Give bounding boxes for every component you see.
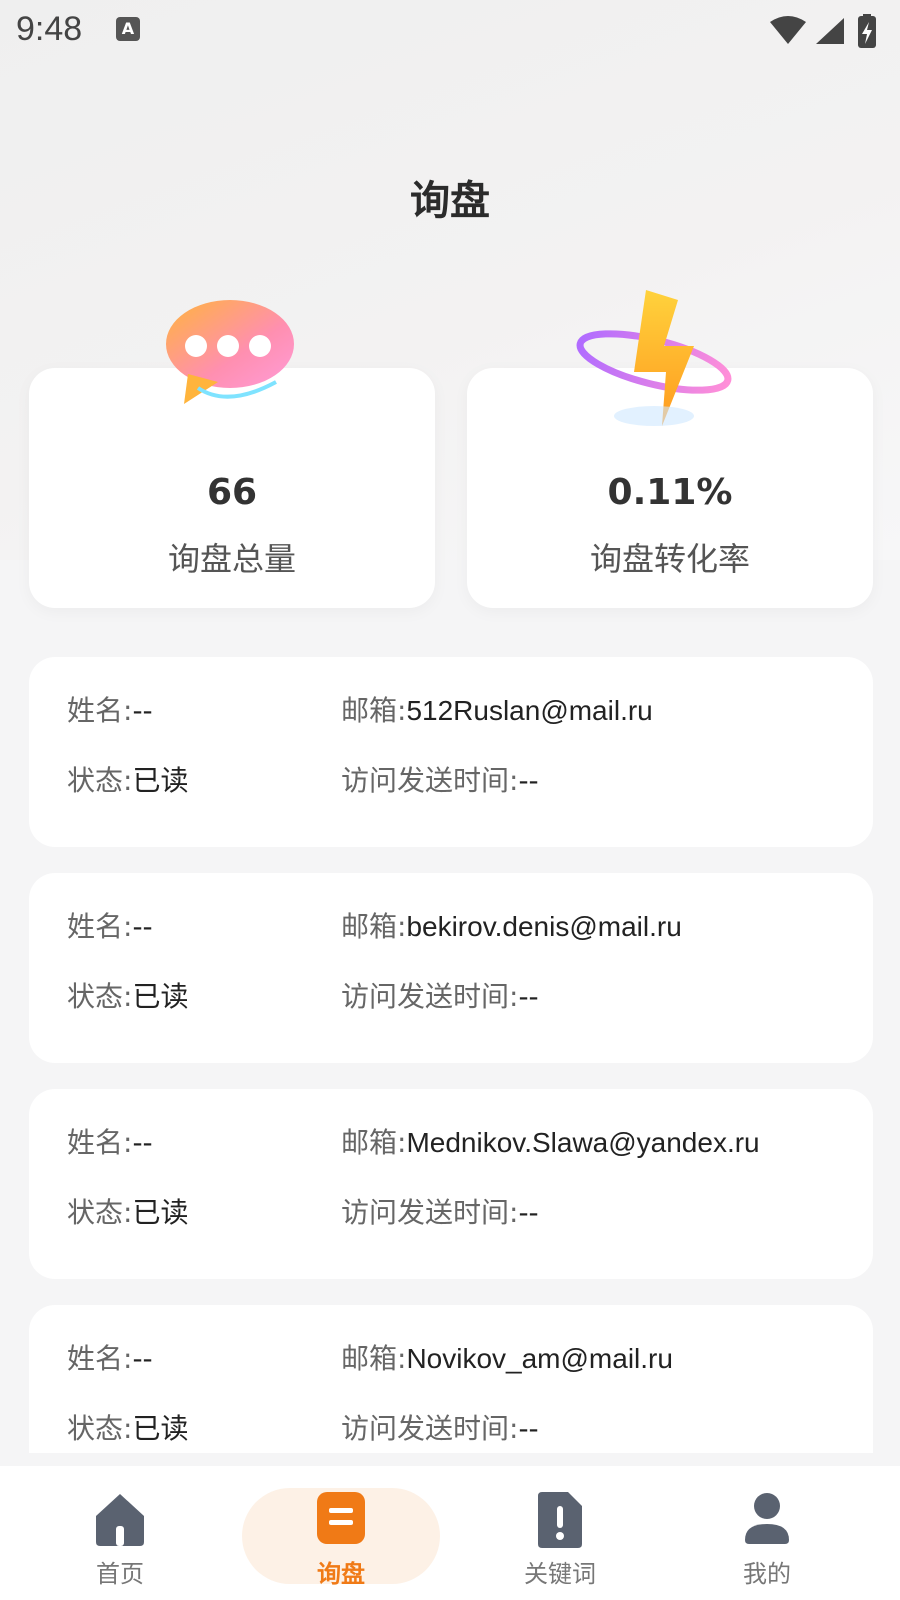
stat-total-label: 询盘总量 bbox=[167, 540, 296, 578]
nav-home-label: 首页 bbox=[96, 1560, 144, 1588]
inquiry-card[interactable]: 姓名:-- 邮箱:512Ruslan@mail.ru 状态:已读 访问发送时间:… bbox=[29, 657, 873, 847]
battery-icon bbox=[858, 14, 876, 48]
record-email: 邮箱:512Ruslan@mail.ru bbox=[341, 694, 653, 727]
record-status: 状态:已读 bbox=[67, 1412, 189, 1445]
user-icon bbox=[739, 1490, 795, 1550]
notification-a-icon: A bbox=[116, 17, 140, 41]
nav-keywords[interactable]: 关键词 bbox=[490, 1484, 630, 1594]
nav-profile-label: 我的 bbox=[743, 1560, 791, 1588]
inquiry-card[interactable]: 姓名:-- 邮箱:bekirov.denis@mail.ru 状态:已读 访问发… bbox=[29, 873, 873, 1063]
wifi-icon bbox=[770, 16, 806, 44]
inquiry-icon bbox=[315, 1490, 367, 1550]
status-icons bbox=[766, 14, 886, 54]
chat-bubble-icon bbox=[158, 296, 298, 420]
signal-icon bbox=[816, 18, 844, 44]
lightning-icon bbox=[574, 286, 734, 440]
nav-profile[interactable]: 我的 bbox=[697, 1484, 837, 1594]
record-time: 访问发送时间:-- bbox=[341, 980, 539, 1013]
keyword-icon bbox=[534, 1490, 586, 1554]
stat-conversion-value: 0.11% bbox=[607, 472, 733, 513]
page-title: 询盘 bbox=[410, 178, 490, 224]
status-bar: 9:48 A bbox=[0, 0, 900, 64]
status-time: 9:48 bbox=[16, 10, 83, 48]
inquiry-card[interactable]: 姓名:-- 邮箱:Novikov_am@mail.ru 状态:已读 访问发送时间… bbox=[29, 1305, 873, 1453]
inquiry-list[interactable]: 姓名:-- 邮箱:512Ruslan@mail.ru 状态:已读 访问发送时间:… bbox=[29, 657, 873, 1453]
record-email: 邮箱:bekirov.denis@mail.ru bbox=[341, 910, 682, 943]
home-icon bbox=[90, 1490, 150, 1552]
record-status: 状态:已读 bbox=[67, 980, 189, 1013]
nav-inquiry[interactable]: 询盘 bbox=[271, 1484, 411, 1594]
record-email: 邮箱:Mednikov.Slawa@yandex.ru bbox=[341, 1126, 760, 1159]
record-time: 访问发送时间:-- bbox=[341, 1196, 539, 1229]
nav-keywords-label: 关键词 bbox=[524, 1560, 596, 1588]
stat-total-value: 66 bbox=[206, 472, 258, 513]
inquiry-card[interactable]: 姓名:-- 邮箱:Mednikov.Slawa@yandex.ru 状态:已读 … bbox=[29, 1089, 873, 1279]
stat-conversion-label: 询盘转化率 bbox=[589, 540, 750, 578]
record-email: 邮箱:Novikov_am@mail.ru bbox=[341, 1342, 673, 1375]
nav-inquiry-label: 询盘 bbox=[317, 1560, 365, 1588]
record-time: 访问发送时间:-- bbox=[341, 764, 539, 797]
record-status: 状态:已读 bbox=[67, 764, 189, 797]
record-status: 状态:已读 bbox=[67, 1196, 189, 1229]
record-name: 姓名:-- bbox=[67, 1342, 153, 1375]
record-name: 姓名:-- bbox=[67, 1126, 153, 1159]
record-name: 姓名:-- bbox=[67, 694, 153, 727]
record-name: 姓名:-- bbox=[67, 910, 153, 943]
record-time: 访问发送时间:-- bbox=[341, 1412, 539, 1445]
nav-home[interactable]: 首页 bbox=[50, 1484, 190, 1594]
bottom-nav: 首页 询盘 关键词 我的 bbox=[0, 1466, 900, 1600]
